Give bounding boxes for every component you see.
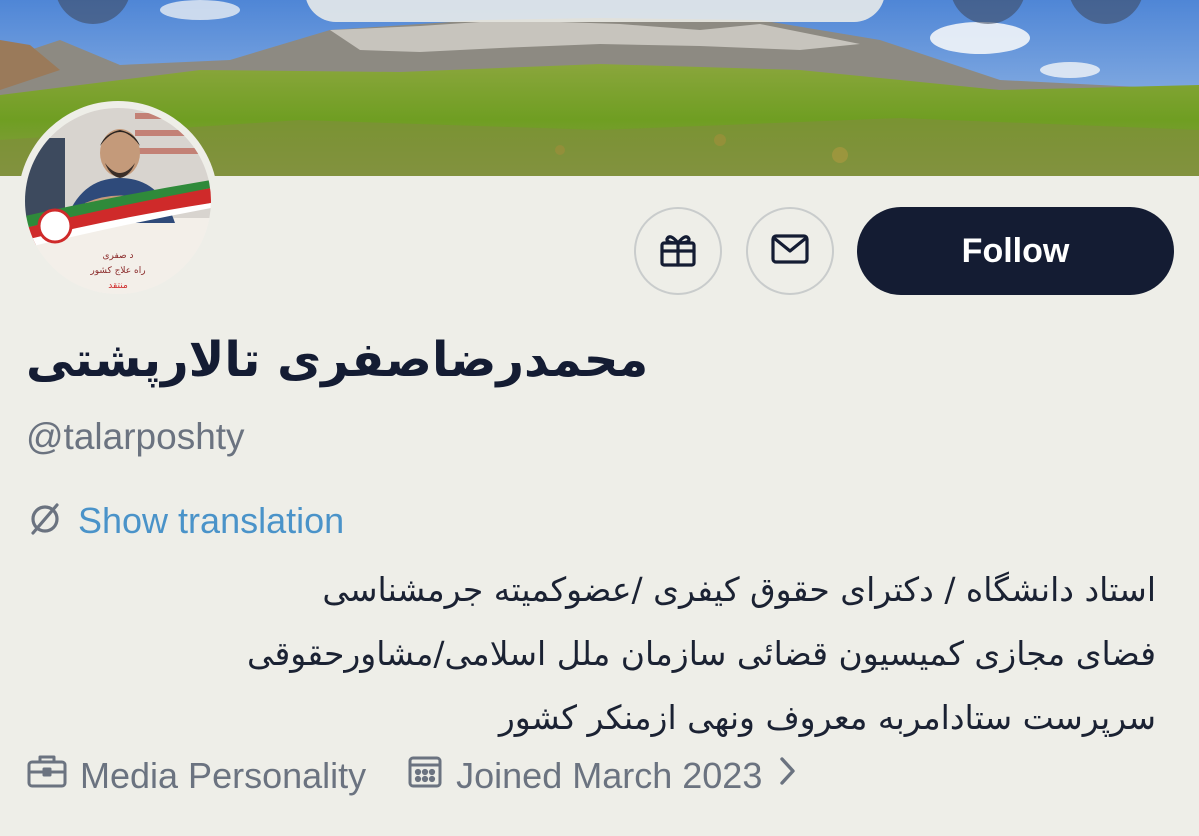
mail-icon [768,227,812,275]
avatar[interactable]: ﺩ ﺻﻔﺮﯼ ﺭﺍﻩ ﻋﻼﺝ ﮐﺸﻮﺭ ﻣﻨﺘﻘﺪ [18,101,218,301]
joined-item[interactable]: Joined March 2023 [406,752,800,799]
category-item: Media Personality [26,752,366,799]
chevron-right-icon[interactable] [774,753,800,798]
svg-text:ﻣﻨﺘﻘﺪ: ﻣﻨﺘﻘﺪ [108,281,128,291]
bio-line: فضای مجازی کمیسیون قضائی سازمان ملل اسلا… [246,634,1156,673]
profile-bio: استاد دانشگاه / دکترای حقوق کیفری /عضوکم… [26,558,1156,750]
svg-text:ﺭﺍﻩ ﻋﻼﺝ ﮐﺸﻮﺭ: ﺭﺍﻩ ﻋﻼﺝ ﮐﺸﻮﺭ [89,266,145,276]
joined-label: Joined March 2023 [456,754,763,796]
display-name: محمدرضاصفری تالارپشتی [26,332,649,388]
gift-button[interactable] [634,207,722,295]
translate-icon [26,500,64,542]
bio-line: سرپرست ستادامربه معروف ونهی ازمنکر کشور [498,698,1156,737]
svg-text:ﺩ ﺻﻔﺮﯼ: ﺩ ﺻﻔﺮﯼ [102,251,133,261]
calendar-icon [406,752,444,799]
show-translation-link[interactable]: Show translation [26,500,344,542]
gift-icon [656,227,700,275]
follow-button[interactable]: Follow [857,207,1174,295]
search-pill[interactable] [305,0,885,22]
show-translation-label[interactable]: Show translation [78,500,344,542]
message-button[interactable] [746,207,834,295]
profile-page: ﺩ ﺻﻔﺮﯼ ﺭﺍﻩ ﻋﻼﺝ ﮐﺸﻮﺭ ﻣﻨﺘﻘﺪ Follow محمدرضا… [0,0,1199,836]
username-handle: @talarposhty [26,416,245,457]
category-label: Media Personality [80,754,367,796]
bio-line: استاد دانشگاه / دکترای حقوق کیفری /عضوکم… [322,570,1156,609]
briefcase-icon [26,752,68,799]
profile-meta: Media Personality Joined March 2023 [26,752,800,799]
avatar-photo: ﺩ ﺻﻔﺮﯼ ﺭﺍﻩ ﻋﻼﺝ ﮐﺸﻮﺭ ﻣﻨﺘﻘﺪ [25,108,211,294]
